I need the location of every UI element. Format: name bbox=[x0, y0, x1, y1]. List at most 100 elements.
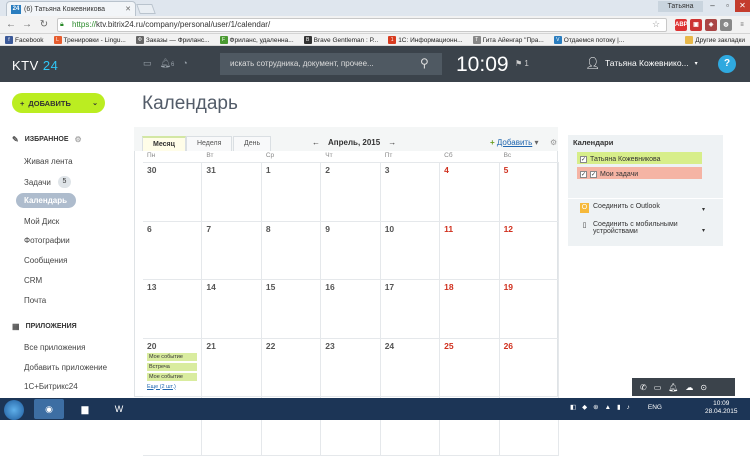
day-cell[interactable]: 3 bbox=[381, 163, 441, 221]
bookmark-item[interactable]: F Фриланс, удаленна... bbox=[215, 34, 299, 45]
network-icon[interactable]: ▮ bbox=[617, 403, 621, 411]
header-clock[interactable]: 10:09 bbox=[456, 53, 509, 77]
bookmark-item[interactable]: 1 1С: Информационн... bbox=[383, 34, 467, 45]
prev-month-icon[interactable]: ← bbox=[312, 138, 320, 147]
taskbar-clock[interactable]: 10:09 28.04.2015 bbox=[705, 400, 738, 416]
gear-icon[interactable]: ⚙ bbox=[74, 135, 81, 144]
user-menu[interactable]: 👤︎ Татьяна Кожевнико... ▾ bbox=[585, 56, 698, 70]
day-cell[interactable]: 15 bbox=[262, 280, 322, 338]
bookmark-item[interactable]: Ф Заказы — Фриланс... bbox=[131, 34, 215, 45]
chrome-taskbar-icon[interactable]: ◉ bbox=[34, 399, 64, 419]
sidebar-item-messages[interactable]: Сообщения bbox=[24, 256, 67, 265]
back-icon[interactable]: ← bbox=[4, 18, 18, 32]
add-button[interactable]: + ДОБАВИТЬ ⌄ bbox=[12, 93, 105, 113]
day-cell[interactable]: 9 bbox=[321, 221, 381, 279]
day-cell[interactable]: 16 bbox=[321, 280, 381, 338]
tab-day[interactable]: День bbox=[233, 136, 272, 151]
cloud-icon[interactable]: ☁ bbox=[685, 383, 693, 392]
gear-icon[interactable]: ⚙ bbox=[550, 138, 557, 147]
pdf-extension-icon[interactable]: ▣ bbox=[690, 19, 702, 31]
search-icon[interactable]: ⚲ bbox=[420, 56, 434, 70]
lock-icon[interactable]: ◔ bbox=[182, 58, 187, 69]
chevron-down-icon[interactable]: ▾ bbox=[702, 206, 705, 213]
calendar-item[interactable]: ✓ Татьяна Кожевникова bbox=[577, 152, 702, 164]
day-cell[interactable]: 6 bbox=[143, 221, 203, 279]
day-cell[interactable]: 7 bbox=[202, 221, 262, 279]
close-icon[interactable]: ✕ bbox=[125, 5, 131, 13]
explorer-taskbar-icon[interactable]: ▆ bbox=[70, 399, 100, 419]
chat-icon[interactable]: ▭ bbox=[143, 58, 152, 69]
notification-bell-icon[interactable]: 🔔︎6 bbox=[160, 58, 175, 69]
day-cell[interactable]: 24 bbox=[381, 338, 441, 396]
day-cell[interactable]: 18 bbox=[440, 280, 500, 338]
adblock-extension-icon[interactable]: ABP bbox=[675, 19, 688, 31]
menu-icon[interactable]: ≡ bbox=[736, 19, 748, 31]
tray-icon[interactable]: ⊛ bbox=[593, 403, 598, 411]
day-cell[interactable]: 10 bbox=[381, 221, 441, 279]
add-event-button[interactable]: + Добавить ▾ bbox=[490, 138, 539, 147]
forward-icon[interactable]: → bbox=[20, 18, 34, 32]
sidebar-item-disk[interactable]: Мой Диск bbox=[24, 217, 59, 226]
day-cell[interactable]: 25 bbox=[440, 338, 500, 396]
day-cell[interactable]: 23 bbox=[321, 338, 381, 396]
phone-icon[interactable]: ✆ bbox=[640, 383, 647, 392]
calendar-event[interactable]: Мое событие bbox=[147, 372, 198, 381]
connect-outlook[interactable]: O Соединить с Outlook bbox=[580, 203, 660, 213]
day-cell[interactable]: 1 bbox=[262, 163, 322, 221]
network-icon[interactable]: ⊙ bbox=[700, 383, 707, 392]
bookmark-star-icon[interactable]: ☆ bbox=[652, 19, 660, 30]
day-cell[interactable]: 5 bbox=[500, 163, 559, 221]
more-events-link[interactable]: Еще (2 шт.) bbox=[147, 384, 197, 390]
sidebar-item-1c[interactable]: 1С+Битрикс24 bbox=[24, 382, 78, 391]
sidebar-item-mail[interactable]: Почта bbox=[24, 296, 46, 305]
notification-bell-icon[interactable]: 🔔︎ bbox=[668, 383, 678, 392]
chevron-down-icon[interactable]: ▾ bbox=[702, 227, 705, 234]
tray-icon[interactable]: ▲ bbox=[605, 404, 611, 411]
tray-icon[interactable]: ◧ bbox=[570, 403, 576, 411]
reload-icon[interactable]: ↻ bbox=[37, 18, 51, 32]
maximize-icon[interactable]: ▫ bbox=[720, 0, 735, 12]
chat-icon[interactable]: ▭ bbox=[654, 383, 662, 392]
other-bookmarks[interactable]: Другие закладки bbox=[680, 34, 750, 45]
day-cell[interactable]: 14 bbox=[202, 280, 262, 338]
sidebar-item-crm[interactable]: CRM bbox=[24, 276, 42, 285]
next-month-icon[interactable]: → bbox=[388, 138, 396, 147]
day-cell[interactable]: 12 bbox=[500, 221, 559, 279]
sidebar-item-tasks[interactable]: Задачи bbox=[24, 178, 51, 187]
language-indicator[interactable]: ENG bbox=[648, 404, 662, 411]
browser-tab[interactable]: 24 (6) Татьяна Кожевникова ✕ bbox=[6, 1, 136, 16]
sidebar-item-photos[interactable]: Фотографии bbox=[24, 236, 70, 245]
lock-icon[interactable]: 🔒︎ bbox=[60, 21, 68, 29]
day-cell[interactable]: 20 Мое событие Встреча Мое событие Еще (2 шт… bbox=[143, 338, 203, 396]
sidebar-item-add-app[interactable]: Добавить приложение bbox=[24, 363, 107, 372]
window-close-icon[interactable]: ✕ bbox=[735, 0, 750, 12]
day-cell[interactable]: 17 bbox=[381, 280, 441, 338]
day-cell[interactable]: 13 bbox=[143, 280, 203, 338]
day-cell[interactable]: 26 bbox=[500, 338, 559, 396]
portal-logo[interactable]: KTV 24 bbox=[12, 58, 58, 73]
help-button[interactable]: ? bbox=[718, 55, 736, 73]
tab-month[interactable]: Месяц bbox=[142, 136, 186, 151]
search-input[interactable]: искать сотрудника, документ, прочее... bbox=[220, 53, 442, 75]
calendar-event[interactable]: Мое событие bbox=[147, 352, 198, 361]
window-user-badge[interactable]: Татьяна bbox=[658, 1, 703, 12]
sidebar-item-feed[interactable]: Живая лента bbox=[24, 157, 73, 166]
tray-icon[interactable]: ◆ bbox=[582, 403, 587, 411]
sidebar-item-all-apps[interactable]: Все приложения bbox=[24, 343, 85, 352]
translate-extension-icon[interactable]: ◈ bbox=[705, 19, 717, 31]
day-cell[interactable]: 19 bbox=[500, 280, 559, 338]
favorites-section[interactable]: ✎ ИЗБРАННОЕ ⚙ bbox=[12, 135, 82, 144]
url-bar[interactable]: https://ktv.bitrix24.ru/company/personal… bbox=[57, 18, 667, 32]
bookmark-item[interactable]: T Гита Айенгар "Пра... bbox=[468, 34, 549, 45]
bookmark-item[interactable]: B Brave Gentleman : Р... bbox=[299, 34, 384, 45]
minimize-icon[interactable]: – bbox=[705, 0, 720, 12]
day-cell[interactable]: 22 bbox=[262, 338, 322, 396]
day-cell[interactable]: 31 bbox=[202, 163, 262, 221]
bookmark-item[interactable]: f Facebook bbox=[0, 34, 49, 45]
tab-week[interactable]: Неделя bbox=[186, 136, 233, 151]
start-button[interactable] bbox=[4, 400, 24, 420]
word-taskbar-icon[interactable]: W bbox=[104, 399, 134, 419]
current-month[interactable]: Апрель, 2015 bbox=[328, 138, 380, 147]
connect-mobile[interactable]: ▯ Соединить с мобильными устройствами bbox=[580, 221, 678, 235]
flag-icon[interactable]: ⚑ 1 bbox=[515, 59, 529, 68]
